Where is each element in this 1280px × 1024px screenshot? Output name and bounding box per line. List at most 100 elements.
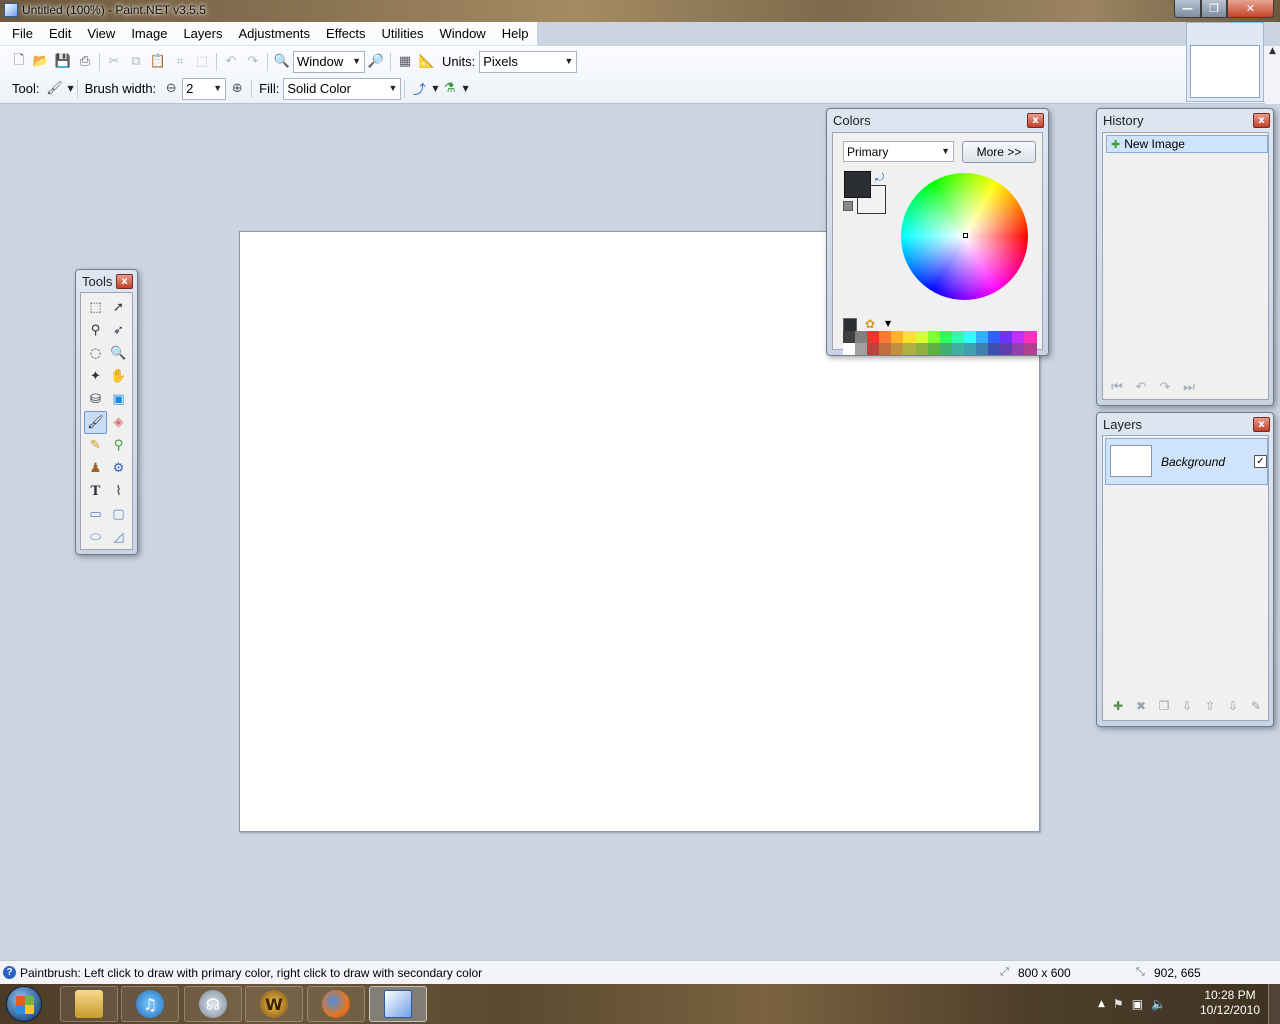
palette-swatch[interactable] [1000,343,1013,355]
menu-effects[interactable]: Effects [318,22,374,46]
palette-swatch[interactable] [976,331,989,343]
menu-layers[interactable]: Layers [175,22,230,46]
redo-icon[interactable]: ↷ [1156,380,1174,395]
more-colors-button[interactable]: More >> [962,141,1036,163]
paintnet-app-icon[interactable] [4,3,18,17]
menu-adjustments[interactable]: Adjustments [230,22,318,46]
brush-width-combo[interactable]: 2 ▼ [182,77,227,100]
palette-swatch[interactable] [879,343,892,355]
menu-window[interactable]: Window [431,22,493,46]
chevron-up-icon[interactable]: ▲ [1265,46,1280,56]
move-layer-down-icon[interactable]: ⇩ [1224,699,1242,713]
close-colors-button[interactable]: x [1027,113,1044,128]
ellipse-select-icon[interactable]: ◌ [84,342,107,365]
decrease-width-icon[interactable]: ⊖ [160,78,182,100]
duplicate-layer-icon[interactable]: ❐ [1155,699,1173,713]
palette-swatch[interactable] [939,331,952,343]
palette-swatch[interactable] [939,343,952,355]
palette-swatch[interactable] [976,343,989,355]
move-selected-pixels-icon[interactable]: ➶ [107,319,130,342]
blend-mode-icon[interactable]: ⚗ [439,78,461,100]
text-icon[interactable]: T [84,480,107,503]
cut-icon[interactable]: ✂ [103,51,125,73]
menu-image[interactable]: Image [123,22,175,46]
palette-swatch[interactable] [988,343,1001,355]
taskbar-wow[interactable]: W [245,986,303,1022]
rulers-icon[interactable]: 📐 [416,51,438,73]
palette-swatch[interactable] [903,331,916,343]
rectangle-icon[interactable]: ▭ [84,503,107,526]
palette-swatch[interactable] [915,343,928,355]
menu-edit[interactable]: Edit [41,22,79,46]
palette-swatch[interactable] [867,343,880,355]
zoom-out-icon[interactable]: 🔍 [271,51,293,73]
swap-colors-icon[interactable]: ⤾ [875,171,884,185]
palette-swatch[interactable] [1000,331,1013,343]
layer-properties-icon[interactable]: ✎ [1247,699,1265,713]
chevron-down-icon[interactable]: ▼ [885,319,891,328]
paintbrush-icon[interactable]: 🖌 [43,78,65,100]
palette-swatch[interactable] [963,343,977,355]
history-item[interactable]: ✚ New Image [1106,135,1268,153]
move-selection-icon[interactable]: ➚ [107,296,130,319]
start-button[interactable] [6,986,42,1022]
chevron-down-icon[interactable]: ▼ [67,84,73,93]
palette-swatch[interactable] [951,331,964,343]
palette-swatch[interactable] [867,331,880,343]
palette-swatch[interactable] [1012,343,1025,355]
deselect-icon[interactable]: ⬚ [191,51,213,73]
color-palette[interactable] [843,331,1037,355]
menu-help[interactable]: Help [494,22,537,46]
palette-swatch[interactable] [927,343,940,355]
fill-combo[interactable]: Solid Color ▼ [283,77,402,100]
taskbar-firefox[interactable] [307,986,365,1022]
palette-swatch[interactable] [963,331,977,343]
grid-icon[interactable]: ▦ [394,51,416,73]
palette-swatch[interactable] [843,343,856,355]
close-tools-button[interactable]: x [116,274,133,289]
image-thumbnail[interactable] [1190,45,1260,98]
network-icon[interactable]: ▣ [1132,997,1143,1011]
zoom-icon[interactable]: 🔍 [107,342,130,365]
open-file-icon[interactable]: 📂 [30,51,52,73]
rewind-icon[interactable]: ⏮ [1108,380,1126,395]
color-wheel-cursor[interactable] [963,233,968,238]
palette-swatch[interactable] [891,331,904,343]
clock[interactable]: 10:28 PM 10/12/2010 [1194,988,1266,1018]
pan-icon[interactable]: ✋ [107,365,130,388]
chevron-down-icon[interactable]: ▼ [463,84,469,93]
close-layers-button[interactable]: x [1253,417,1270,432]
copy-icon[interactable]: ⧉ [125,51,147,73]
colors-window[interactable]: Colors x Primary ▼ More >> ⤾ ✿ ▼ [826,108,1049,356]
palette-swatch[interactable] [903,343,916,355]
units-combo[interactable]: Pixels ▼ [479,50,578,73]
palette-swatch[interactable] [927,331,940,343]
delete-layer-icon[interactable]: ✖ [1132,699,1150,713]
paste-icon[interactable]: 📋 [147,51,169,73]
undo-icon[interactable]: ↶ [220,51,242,73]
taskbar-voice-chat[interactable]: ☊ [184,986,242,1022]
freeform-shape-icon[interactable]: ◿ [107,526,130,549]
tools-window[interactable]: Tools x ⬚ ➚ ⚲ ➶ ◌ 🔍 ✦ ✋ ⛁ ▣ 🖌 ◈ ✎ ⚲ ♟ ⚙ … [75,269,138,555]
menu-file[interactable]: File [4,22,41,46]
image-thumbnail-tab[interactable] [1186,22,1264,102]
taskbar-explorer[interactable] [60,986,118,1022]
taskbar-itunes[interactable]: ♫ [121,986,179,1022]
paint-bucket-icon[interactable]: ⛁ [84,388,107,411]
add-layer-icon[interactable]: ✚ [1109,699,1127,713]
palette-menu-icon[interactable]: ✿ [865,317,875,331]
close-window-button[interactable]: ✕ [1227,0,1274,18]
palette-swatch[interactable] [1012,331,1025,343]
palette-swatch[interactable] [951,343,964,355]
redo-icon[interactable]: ↷ [242,51,264,73]
recolor-icon[interactable]: ⚙ [107,457,130,480]
show-desktop-button[interactable] [1268,984,1280,1024]
gradient-icon[interactable]: ▣ [107,388,130,411]
palette-swatch[interactable] [988,331,1001,343]
antialiasing-icon[interactable]: ⤴ [408,78,430,100]
zoom-combo[interactable]: Window ▼ [293,50,365,73]
minimize-button[interactable]: — [1174,0,1201,18]
magic-wand-icon[interactable]: ✦ [84,365,107,388]
palette-swatch[interactable] [855,331,868,343]
zoom-in-icon[interactable]: 🔎 [365,51,387,73]
